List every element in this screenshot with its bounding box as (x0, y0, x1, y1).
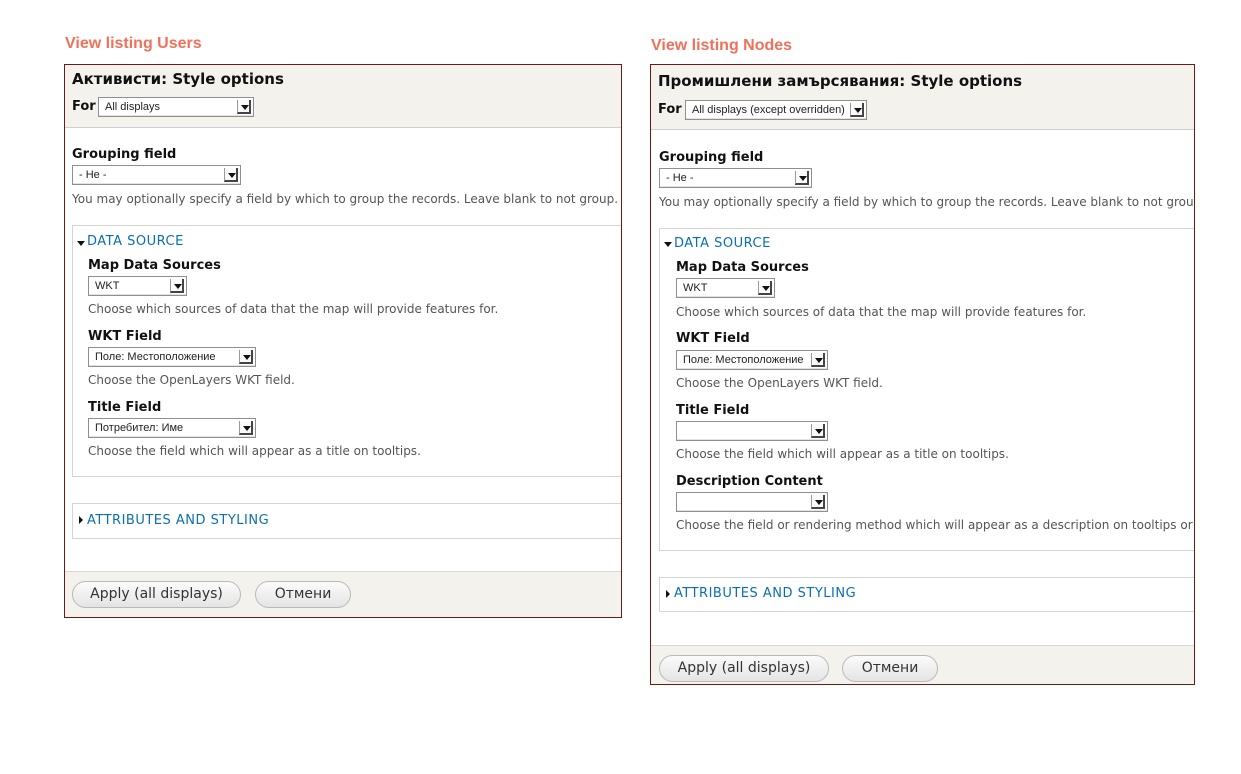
wkt-field-select[interactable]: Поле: Местоположение (676, 350, 828, 370)
grouping-field-description: You may optionally specify a field by wh… (659, 195, 1195, 209)
chevron-down-icon (811, 353, 825, 367)
map-data-sources-description: Choose which sources of data that the ma… (88, 302, 499, 316)
map-data-sources-label: Map Data Sources (676, 260, 809, 275)
triangle-right-icon (79, 516, 83, 524)
grouping-field-value: - Не - (666, 172, 694, 184)
map-data-sources-label: Map Data Sources (88, 258, 221, 273)
title-field-label: Title Field (88, 400, 162, 415)
wkt-field-select[interactable]: Поле: Местоположение (88, 347, 256, 367)
attributes-styling-fieldset: ATTRIBUTES AND STYLING (659, 577, 1194, 612)
for-label: For (72, 99, 96, 114)
data-source-fieldset: DATA SOURCE Map Data Sources WKT Choose … (72, 225, 621, 477)
grouping-field-description: You may optionally specify a field by wh… (72, 192, 619, 206)
cancel-button[interactable]: Отмени (255, 581, 351, 608)
apply-all-displays-button[interactable]: Apply (all displays) (72, 581, 241, 608)
panel-footer: Apply (all displays) Отмени (65, 571, 621, 617)
title-field-label: Title Field (676, 403, 750, 418)
attributes-styling-legend[interactable]: ATTRIBUTES AND STYLING (87, 513, 269, 528)
map-data-sources-description: Choose which sources of data that the ma… (676, 305, 1087, 319)
grouping-field-select[interactable]: - Не - (659, 168, 812, 188)
chevron-down-icon (237, 100, 251, 114)
chevron-down-icon (811, 424, 825, 438)
attributes-styling-legend[interactable]: ATTRIBUTES AND STYLING (674, 586, 856, 601)
wkt-field-label: WKT Field (676, 331, 750, 346)
title-field-select[interactable]: Потребител: Име (88, 418, 256, 438)
for-select[interactable]: All displays (except overridden) (685, 100, 867, 120)
style-options-panel-users: Активисти: Style options For All display… (64, 64, 622, 618)
title-field-description: Choose the field which will appear as a … (88, 444, 421, 458)
chevron-down-icon (850, 103, 864, 117)
title-field-value: Потребител: Име (95, 422, 184, 434)
triangle-right-icon (666, 590, 670, 598)
data-source-fieldset: DATA SOURCE Map Data Sources WKT Choose … (659, 228, 1195, 551)
chevron-down-icon (224, 168, 238, 182)
map-data-sources-select[interactable]: WKT (88, 276, 187, 296)
wkt-field-description: Choose the OpenLayers WKT field. (88, 373, 295, 387)
description-content-select[interactable] (676, 492, 828, 512)
map-data-sources-value: WKT (95, 280, 120, 292)
wkt-field-value: Поле: Местоположение (683, 354, 804, 366)
triangle-down-icon (77, 241, 85, 246)
panel-title: Промишлени замърсявания: Style options (658, 72, 1023, 90)
grouping-field-label: Grouping field (72, 147, 177, 162)
triangle-down-icon (664, 242, 672, 247)
cancel-button[interactable]: Отмени (842, 655, 938, 682)
caption-users: View listing Users (65, 35, 202, 52)
map-data-sources-value: WKT (683, 282, 708, 294)
title-field-select[interactable] (676, 421, 828, 441)
wkt-field-label: WKT Field (88, 329, 162, 344)
title-field-description: Choose the field which will appear as a … (676, 447, 1009, 461)
for-select[interactable]: All displays (98, 97, 254, 117)
panel-title: Активисти: Style options (72, 70, 284, 88)
map-data-sources-select[interactable]: WKT (676, 278, 775, 298)
data-source-legend[interactable]: DATA SOURCE (87, 234, 184, 249)
data-source-legend[interactable]: DATA SOURCE (674, 236, 771, 251)
caption-nodes: View listing Nodes (651, 37, 793, 54)
for-label: For (658, 102, 682, 117)
description-content-description: Choose the field or rendering method whi… (676, 518, 1195, 532)
grouping-field-value: - Не - (79, 169, 107, 181)
panel-header: Активисти: Style options For All display… (65, 65, 621, 128)
attributes-styling-fieldset: ATTRIBUTES AND STYLING (72, 503, 621, 539)
chevron-down-icon (758, 281, 772, 295)
chevron-down-icon (239, 350, 253, 364)
grouping-field-label: Grouping field (659, 150, 764, 165)
wkt-field-description: Choose the OpenLayers WKT field. (676, 376, 883, 390)
for-select-value: All displays (105, 101, 161, 113)
apply-all-displays-button[interactable]: Apply (all displays) (659, 655, 829, 682)
chevron-down-icon (811, 495, 825, 509)
chevron-down-icon (170, 279, 184, 293)
description-content-label: Description Content (676, 474, 823, 489)
wkt-field-value: Поле: Местоположение (95, 351, 216, 363)
style-options-panel-nodes: Промишлени замърсявания: Style options F… (650, 64, 1195, 685)
grouping-field-select[interactable]: - Не - (72, 165, 241, 185)
panel-header: Промишлени замърсявания: Style options F… (651, 65, 1194, 130)
panel-footer: Apply (all displays) Отмени (651, 645, 1194, 684)
chevron-down-icon (795, 171, 809, 185)
chevron-down-icon (239, 421, 253, 435)
for-select-value: All displays (except overridden) (692, 104, 845, 116)
